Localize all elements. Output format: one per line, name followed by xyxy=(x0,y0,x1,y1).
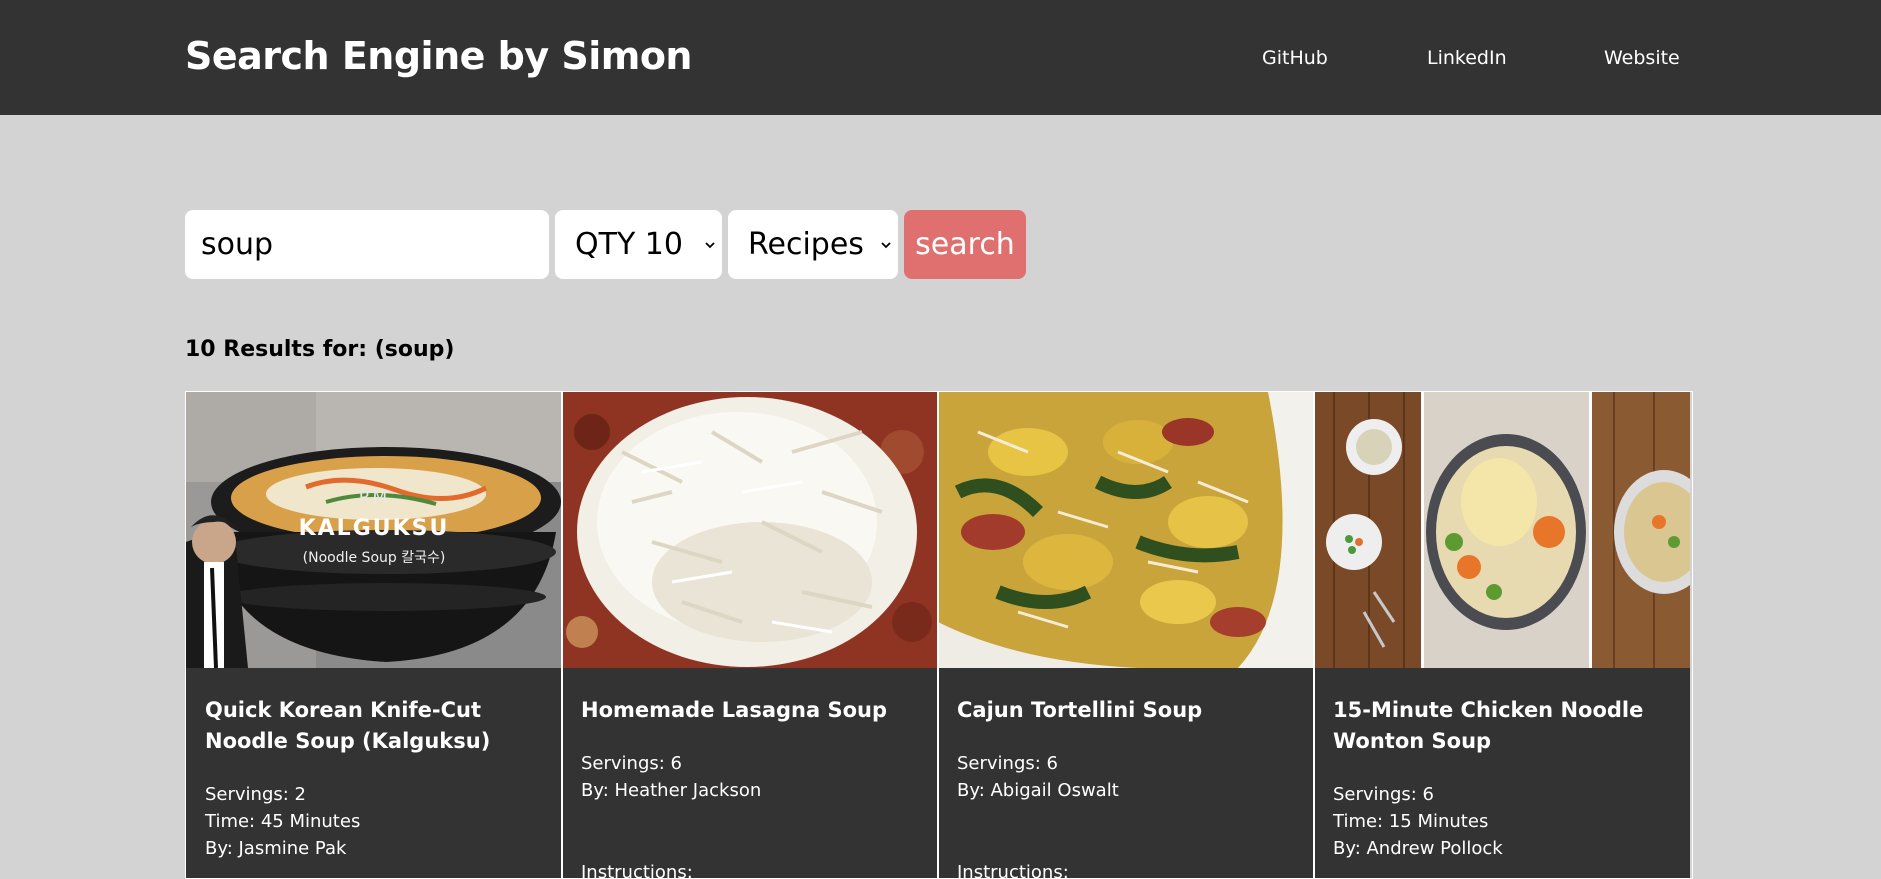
qty-select[interactable]: QTY 10 xyxy=(555,210,722,279)
recipe-title[interactable]: Homemade Lasagna Soup xyxy=(581,695,921,726)
image-overlay-text-2: KALGUKSU xyxy=(298,516,450,541)
nav-link-linkedin[interactable]: LinkedIn xyxy=(1427,47,1507,69)
type-select[interactable]: Recipes xyxy=(728,210,898,279)
recipe-instructions-label: Instructions: xyxy=(957,862,1069,879)
site-title[interactable]: Search Engine by Simon xyxy=(185,34,692,78)
results-count-label: 10 Results for: (soup) xyxy=(185,337,455,362)
recipe-card[interactable]: Homemade Lasagna Soup Servings: 6 By: He… xyxy=(562,392,938,879)
card-divider xyxy=(1313,392,1315,878)
top-navbar: Search Engine by Simon GitHub LinkedIn W… xyxy=(0,0,1881,115)
recipe-image[interactable] xyxy=(1314,392,1690,668)
recipe-image[interactable] xyxy=(938,392,1314,668)
card-divider xyxy=(937,392,939,878)
card-divider xyxy=(561,392,563,878)
recipe-time: Time: 45 Minutes xyxy=(205,811,361,832)
image-overlay-text-3: (Noodle Soup 칼국수) xyxy=(302,550,446,566)
wonton-soup-photo xyxy=(1314,392,1690,668)
recipe-image[interactable]: RM KALGUKSU (Noodle Soup 칼국수) xyxy=(186,392,562,668)
search-input[interactable] xyxy=(185,210,549,279)
recipe-author: By: Abigail Oswalt xyxy=(957,780,1119,801)
chevron-down-icon xyxy=(705,242,715,249)
recipe-time: Time: 15 Minutes xyxy=(1333,811,1489,832)
recipe-card[interactable]: Cajun Tortellini Soup Servings: 6 By: Ab… xyxy=(938,392,1314,879)
recipe-author: By: Andrew Pollock xyxy=(1333,838,1503,859)
recipe-servings: Servings: 6 xyxy=(581,753,683,774)
recipe-author: By: Heather Jackson xyxy=(581,780,762,801)
recipe-title[interactable]: Cajun Tortellini Soup xyxy=(957,695,1297,726)
nav-link-github[interactable]: GitHub xyxy=(1262,47,1328,69)
chevron-down-icon xyxy=(881,242,891,249)
recipe-image[interactable] xyxy=(562,392,938,668)
recipe-servings: Servings: 2 xyxy=(205,784,307,805)
image-overlay-text-1: RM xyxy=(358,488,390,508)
tortellini-soup-photo xyxy=(938,392,1314,668)
recipe-title[interactable]: 15-Minute Chicken Noodle Wonton Soup xyxy=(1333,695,1673,757)
recipe-servings: Servings: 6 xyxy=(957,753,1059,774)
nav-link-website[interactable]: Website xyxy=(1604,47,1680,69)
recipe-title[interactable]: Quick Korean Knife-Cut Noodle Soup (Kalg… xyxy=(205,695,545,757)
recipe-instructions-label: Instructions: xyxy=(581,862,693,879)
results-grid: RM KALGUKSU (Noodle Soup 칼국수) Quick Kore… xyxy=(185,391,1693,879)
lasagna-soup-photo xyxy=(562,392,938,668)
recipe-servings: Servings: 6 xyxy=(1333,784,1435,805)
type-select-value: Recipes xyxy=(748,227,864,262)
search-button[interactable]: search xyxy=(904,210,1026,279)
recipe-author: By: Jasmine Pak xyxy=(205,838,347,859)
qty-select-value: QTY 10 xyxy=(575,227,683,262)
recipe-card[interactable]: 15-Minute Chicken Noodle Wonton Soup Ser… xyxy=(1314,392,1690,878)
recipe-card[interactable]: RM KALGUKSU (Noodle Soup 칼국수) Quick Kore… xyxy=(186,392,562,878)
